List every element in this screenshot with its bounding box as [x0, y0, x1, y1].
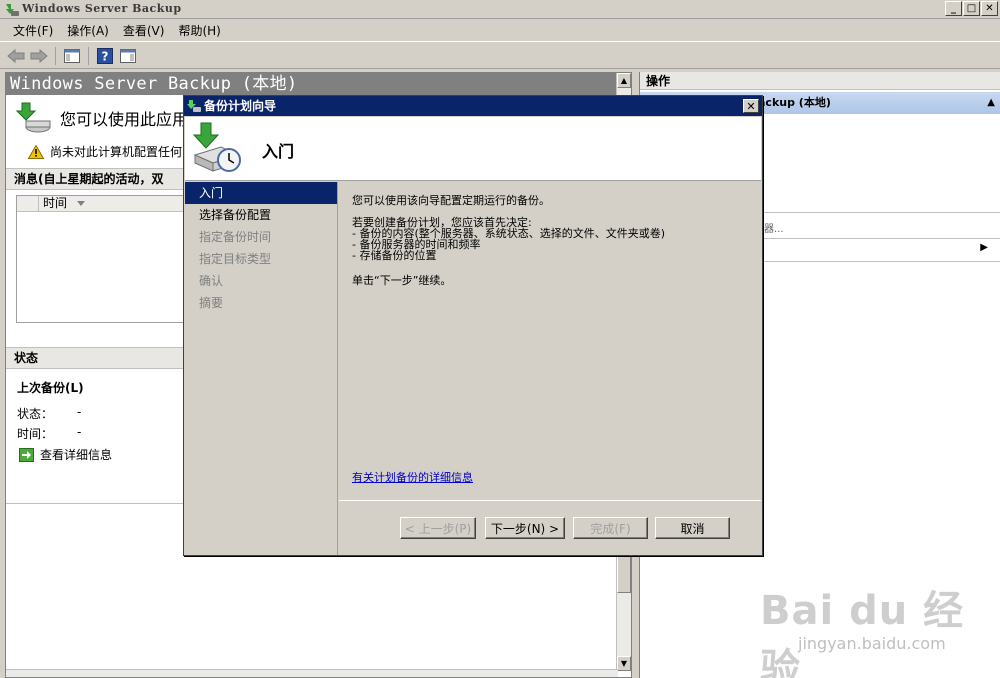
step-specify-backup-time: 指定备份时间: [199, 230, 272, 244]
go-arrow-icon: [19, 447, 34, 462]
collapse-up-icon[interactable]: ▲: [987, 92, 995, 114]
body-line-continue: 单击“下一步”继续。: [352, 274, 452, 287]
step-confirm: 确认: [199, 274, 224, 288]
status-label: 状态：: [17, 407, 54, 421]
wizard-app-icon: [187, 100, 201, 112]
submenu-arrow-icon[interactable]: ▶: [980, 242, 988, 253]
column-time[interactable]: 时间: [39, 196, 86, 211]
time-row: 时间： -: [17, 425, 81, 442]
dialog-body: 您可以使用该向导配置定期运行的备份。 若要创建备份计划，您应该首先决定: - 备…: [339, 182, 761, 500]
body-line-intro: 您可以使用该向导配置定期运行的备份。: [352, 194, 550, 207]
dialog-close-button[interactable]: ✕: [743, 99, 759, 113]
backup-schedule-icon: [192, 122, 241, 172]
window-title: Windows Server Backup: [22, 2, 182, 15]
toolbar: ?: [0, 43, 1000, 69]
status-row: 状态： -: [17, 405, 81, 422]
watermark-brand: Bai du 经验: [760, 588, 965, 678]
svg-text:?: ?: [102, 49, 109, 63]
pane-title: Windows Server Backup (本地): [6, 73, 618, 95]
prev-button: < 上一步(P): [400, 517, 476, 539]
warning-row: 尚未对此计算机配置任何: [28, 143, 182, 160]
menu-view[interactable]: 查看(V): [116, 22, 172, 39]
maximize-button[interactable]: □: [963, 1, 980, 16]
actions-header: 操作: [640, 72, 1000, 90]
body-bullet-location: - 存储备份的位置: [352, 249, 437, 262]
intro-row: 您可以使用此应用: [16, 101, 188, 135]
backup-app-icon: [6, 4, 19, 16]
step-getting-started[interactable]: 入门: [185, 182, 337, 204]
help-icon[interactable]: ?: [95, 46, 115, 66]
watermark: Bai du 经验 jingyan.baidu.com: [760, 570, 990, 678]
menu-help[interactable]: 帮助(H): [171, 22, 227, 39]
column-time-label: 时间: [43, 196, 68, 210]
dialog-title-bar: 备份计划向导 ✕: [184, 96, 762, 116]
time-label: 时间：: [17, 427, 54, 441]
scroll-up-button[interactable]: ▲: [617, 73, 631, 88]
toolbar-separator: [55, 46, 56, 65]
divider: [764, 212, 1000, 213]
last-backup-label: 上次备份(L): [17, 381, 84, 395]
time-value: -: [77, 425, 82, 439]
back-arrow-icon[interactable]: [6, 46, 26, 66]
backup-schedule-wizard: 备份计划向导 ✕ 入门 入门 选择备份配置 指定备份时间 指定目标类型 确认 摘…: [183, 95, 763, 556]
wizard-steps: 入门 选择备份配置 指定备份时间 指定目标类型 确认 摘要: [185, 182, 338, 555]
finish-button: 完成(F): [573, 517, 648, 539]
show-action-pane-icon[interactable]: [118, 46, 138, 66]
dialog-header: 入门: [185, 117, 761, 181]
view-details-text: 查看详细信息: [40, 448, 113, 462]
intro-text: 您可以使用此应用: [60, 110, 189, 129]
messages-icon-column[interactable]: [17, 196, 39, 211]
divider: [764, 238, 1000, 239]
forward-arrow-icon[interactable]: [29, 46, 49, 66]
status-value: -: [77, 405, 82, 419]
scheduled-backup-info-link[interactable]: 有关计划备份的详细信息: [352, 469, 473, 485]
divider: [339, 500, 761, 501]
backup-drive-icon: [16, 102, 51, 133]
view-details-link[interactable]: 查看详细信息: [19, 446, 112, 463]
show-tree-icon[interactable]: [62, 46, 82, 66]
next-button[interactable]: 下一步(N) >: [485, 517, 565, 539]
close-button[interactable]: ✕: [981, 1, 998, 16]
title-bar: Windows Server Backup _ □ ✕: [0, 0, 1000, 19]
minimize-button[interactable]: _: [945, 1, 962, 16]
step-summary: 摘要: [199, 296, 224, 310]
step-select-backup-config[interactable]: 选择备份配置: [185, 204, 337, 226]
scroll-down-button[interactable]: ▼: [617, 656, 631, 671]
actions-node-label: ackup (本地): [758, 96, 831, 109]
sort-down-icon: [77, 201, 86, 206]
warning-text: 尚未对此计算机配置任何: [50, 145, 183, 159]
step-specify-destination-type: 指定目标类型: [199, 252, 272, 266]
dialog-heading: 入门: [262, 142, 295, 161]
cancel-button[interactable]: 取消: [655, 517, 730, 539]
menu-action[interactable]: 操作(A): [60, 22, 116, 39]
horizontal-scrollbar[interactable]: [6, 669, 618, 677]
menu-bar: 文件(F) 操作(A) 查看(V) 帮助(H): [0, 20, 1000, 42]
action-item-truncated[interactable]: 器...: [764, 220, 784, 235]
menu-file[interactable]: 文件(F): [6, 22, 60, 39]
divider: [764, 261, 1000, 262]
toolbar-separator: [88, 46, 89, 65]
scroll-thumb[interactable]: [617, 553, 631, 593]
watermark-url: jingyan.baidu.com: [798, 634, 946, 653]
dialog-title: 备份计划向导: [204, 99, 277, 113]
warning-icon: [28, 144, 44, 159]
